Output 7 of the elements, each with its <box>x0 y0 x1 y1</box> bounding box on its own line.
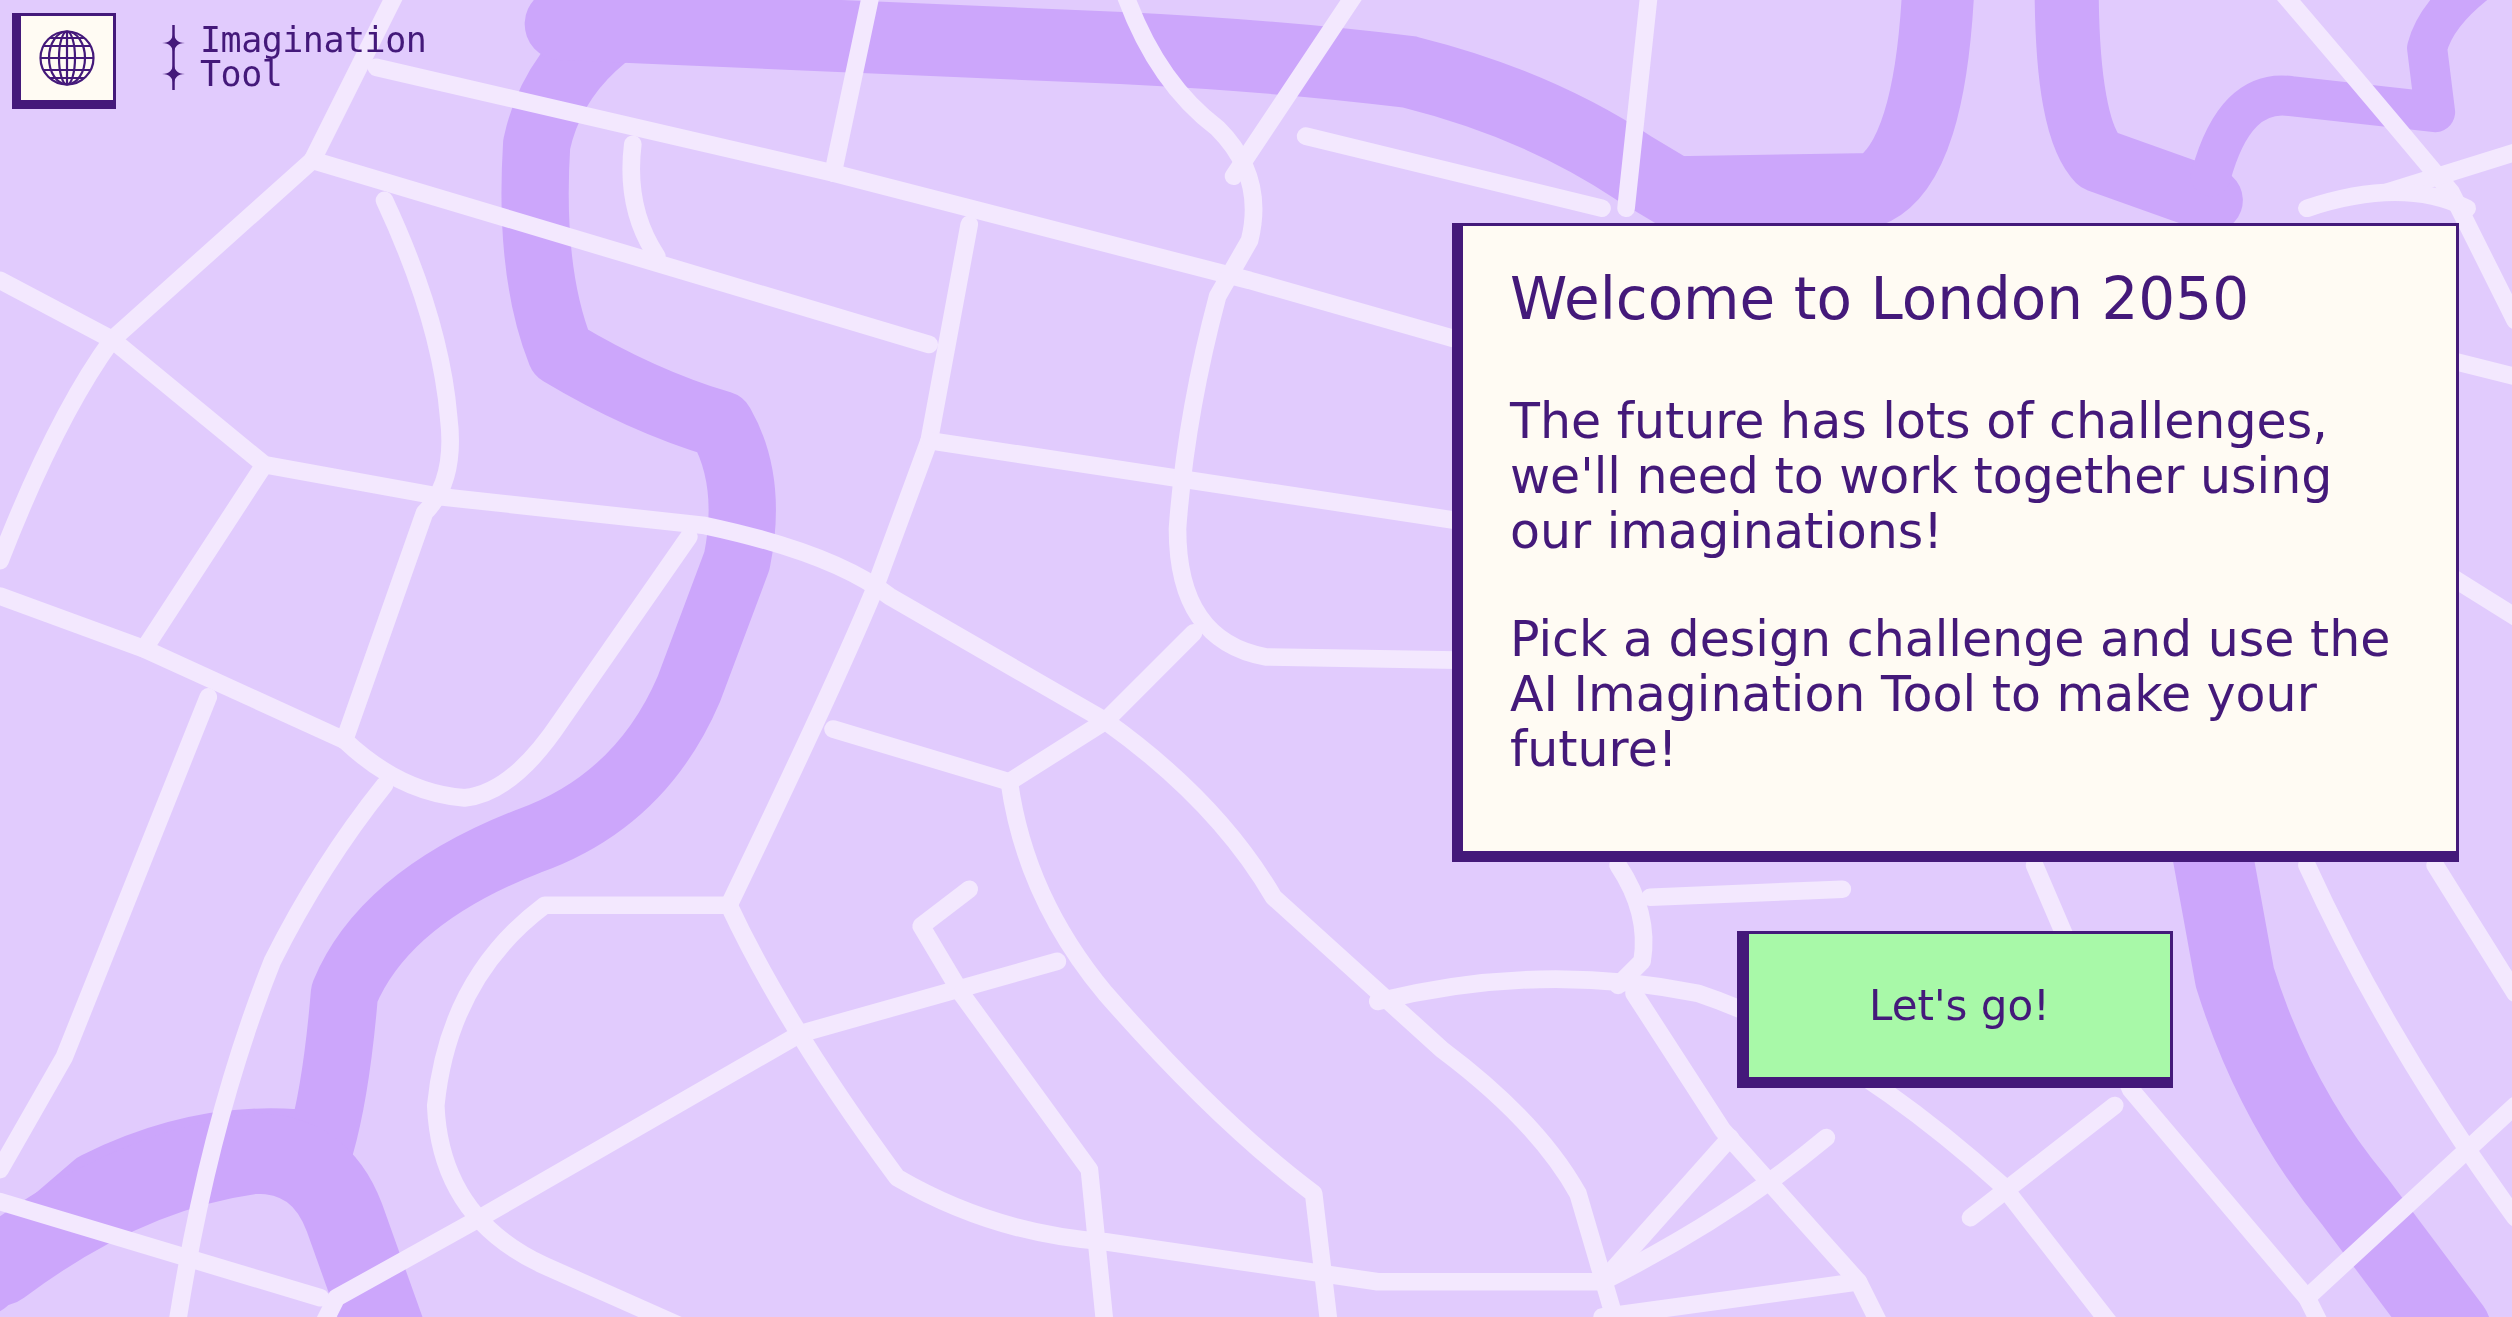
lets-go-button[interactable]: Let's go! <box>1737 931 2173 1088</box>
globe-icon <box>39 30 95 86</box>
globe-button[interactable] <box>12 13 116 109</box>
card-title: Welcome to London 2050 <box>1510 264 2250 334</box>
card-paragraph: The future has lots of challenges, we'll need to work together using our imaginations! <box>1510 394 2334 559</box>
card-paragraph: Pick a design challenge and use the AI Imagination Tool to make your future! <box>1510 612 2392 777</box>
logo-wordmark: Imagination Tool <box>200 23 428 91</box>
